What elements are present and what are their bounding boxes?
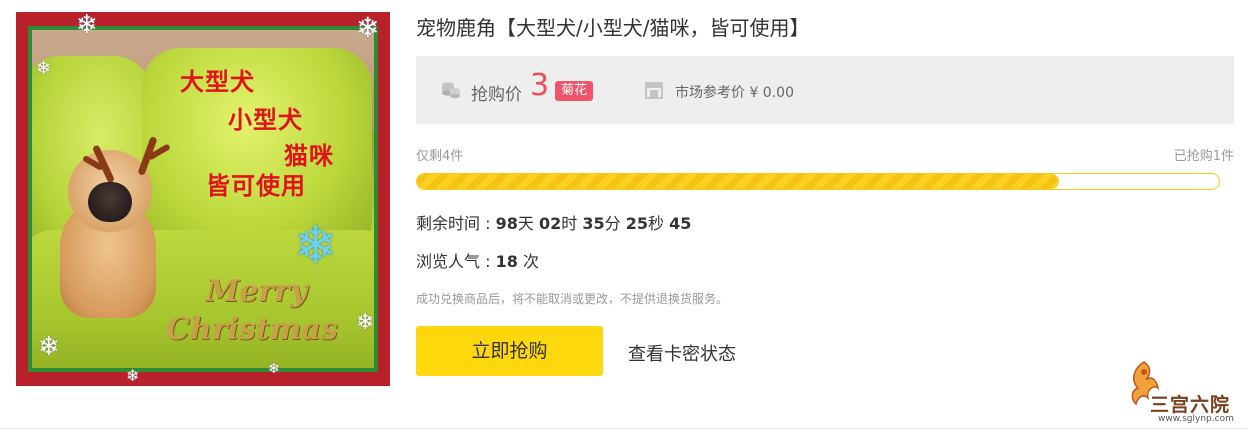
market-reference-price: 市场参考价 ¥ 0.00 [675,85,794,101]
snowflake-icon: ❄ [76,12,98,40]
countdown-minutes-unit: 分 [604,214,621,233]
countdown-seconds-unit: 秒 [647,214,664,233]
currency-badge: 菊花 [555,81,594,101]
image-text-cat: 猫咪 [284,142,334,170]
view-count-unit: 次 [522,252,539,271]
snowflake-icon: ❄ [126,366,140,385]
product-title: 宠物鹿角【大型犬/小型犬/猫咪，皆可使用】 [416,16,810,40]
view-count-label: 浏览人气 : [416,252,496,271]
snowflake-icon: ❄ [356,12,380,44]
stock-progress-fill [417,174,1059,189]
flash-price-label: 抢购价 [471,85,522,105]
puppy-with-antlers [54,128,171,324]
snowflake-icon: ❄ [36,58,52,79]
watermark-url: www.sglynp.com [1158,414,1234,424]
countdown-label: 剩余时间 : [416,214,496,233]
image-text-christmas: Christmas [166,312,338,347]
countdown-timer: 剩余时间 : 98天 02时 35分 25秒 45 [416,210,691,234]
product-image[interactable]: 大型犬 小型犬 猫咪 皆可使用 Merry Christmas ❄ ❄ ❄ ❄ … [16,12,390,386]
flash-price-value: 3 [530,68,550,103]
coins-icon [442,82,460,99]
watermark-text: 三宫六院 [1150,394,1231,416]
bottom-divider [0,428,1248,429]
purchase-notice: 成功兑换商品后，将不能取消或更改，不提供退换货服务。 [416,292,729,306]
countdown-hours: 02 [538,214,562,233]
image-text-small-dog: 小型犬 [228,106,303,134]
snowflake-icon: ❄ [268,361,280,377]
countdown-tenths: 45 [669,214,692,233]
countdown-days: 98 [495,214,518,233]
countdown-seconds: 25 [625,214,648,233]
stock-sold: 已抢购1件 [1173,149,1234,164]
image-text-merry: Merry [206,274,308,309]
countdown-days-unit: 天 [517,214,534,233]
stock-remaining: 仅剩4件 [416,149,464,164]
puppy-muzzle [88,182,132,222]
card-status-link[interactable]: 查看卡密状态 [628,340,736,366]
snowflake-icon: ❄ [294,216,338,276]
site-watermark: 三宫六院 www.sglynp.com [1118,352,1244,428]
countdown-minutes: 35 [582,214,605,233]
snowflake-icon: ❄ [356,310,375,335]
snowflake-icon: ❄ [38,332,60,362]
image-text-all-usable: 皆可使用 [206,172,306,200]
view-count-value: 18 [495,252,518,271]
price-panel: 抢购价 3 菊花 市场参考价 ¥ 0.00 [416,56,1234,124]
stock-progress-bar [416,173,1220,190]
view-count: 浏览人气 : 18 次 [416,248,539,272]
image-text-large-dog: 大型犬 [180,68,255,96]
buy-now-button[interactable]: 立即抢购 [416,326,603,376]
countdown-hours-unit: 时 [561,214,578,233]
storefront-icon [645,82,663,99]
